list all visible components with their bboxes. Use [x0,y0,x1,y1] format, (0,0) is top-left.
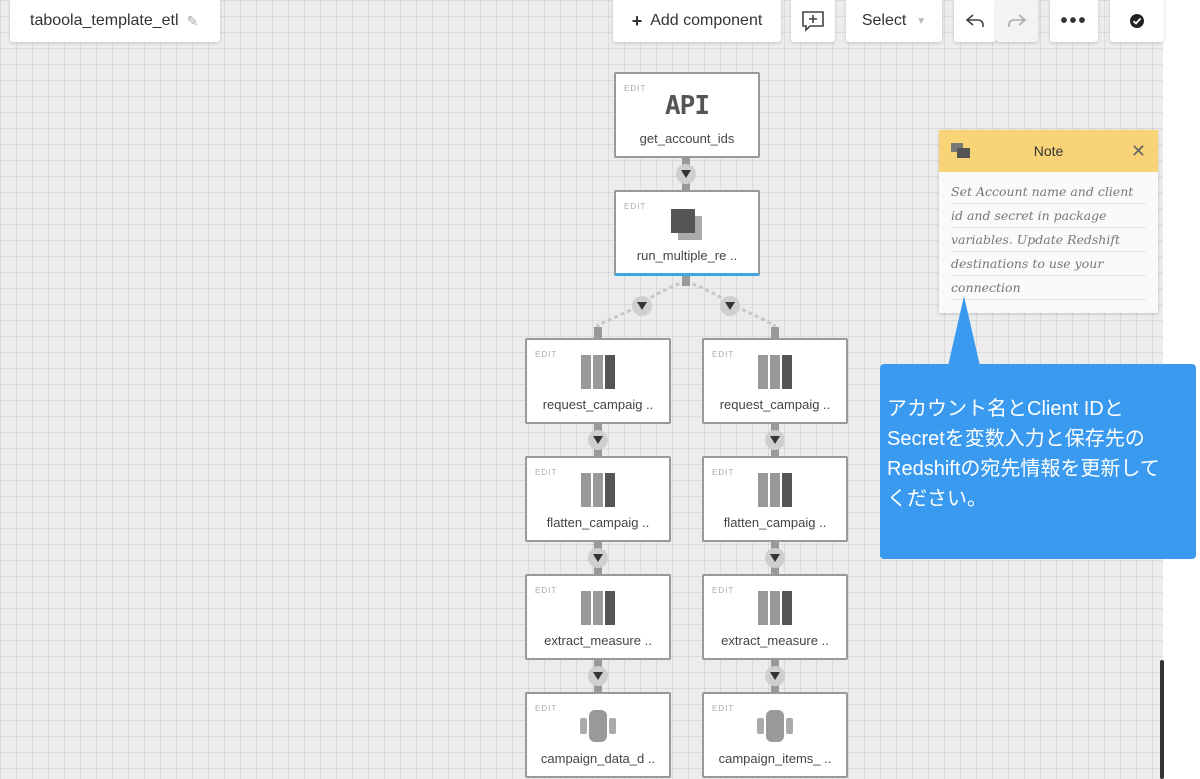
transform-icon [758,472,792,508]
node-flatten-campaign-left[interactable]: EDIT flatten_campaig .. [525,456,671,542]
node-request-campaign-right[interactable]: EDIT request_campaig .. [702,338,848,424]
note-line: destinations to use your [951,252,1146,276]
add-note-icon [802,11,824,32]
node-label: campaign_data_d .. [540,751,656,766]
transform-icon [758,354,792,390]
connector-arrow[interactable] [676,164,696,184]
connector-arrow[interactable] [588,666,608,686]
edit-link[interactable]: EDIT [712,586,734,595]
edit-link[interactable]: EDIT [535,350,557,359]
node-label: extract_measure .. [721,633,829,648]
node-get-account-ids[interactable]: EDIT API get_account_ids [614,72,760,158]
pencil-icon[interactable]: ✎ [187,13,199,30]
close-icon[interactable]: ✕ [1131,141,1146,162]
note-body[interactable]: Set Account name and client id and secre… [939,172,1158,300]
transform-icon [581,472,615,508]
node-extract-measure-left[interactable]: EDIT extract_measure .. [525,574,671,660]
more-options-button[interactable]: ••• [1050,0,1098,42]
node-label: get_account_ids [639,131,735,146]
edit-link[interactable]: EDIT [712,704,734,713]
edit-link[interactable]: EDIT [712,468,734,477]
more-icon: ••• [1060,9,1088,32]
node-request-campaign-left[interactable]: EDIT request_campaig .. [525,338,671,424]
node-label: extract_measure .. [544,633,652,648]
connector-arrow[interactable] [588,548,608,568]
run-multiple-icon [668,206,706,242]
caret-down-icon: ▼ [916,15,927,27]
edit-link[interactable]: EDIT [712,350,734,359]
callout-pointer [948,296,980,366]
callout-line: アカウント名とClient IDと [887,398,1124,420]
connector-arrow[interactable] [765,666,785,686]
note-title: Note [1033,143,1064,159]
api-icon: API [665,91,710,121]
node-extract-measure-right[interactable]: EDIT extract_measure .. [702,574,848,660]
node-label: request_campaig .. [719,397,831,412]
add-component-button[interactable]: + Add component [613,0,781,42]
node-label: campaign_items_ .. [718,751,832,766]
note-line: Set Account name and client [951,180,1146,204]
vertical-scrollbar[interactable] [1160,660,1164,779]
note-header[interactable]: Note ✕ [939,130,1158,172]
edit-link[interactable]: EDIT [535,704,557,713]
check-circle-icon [1130,14,1144,28]
connector-arrow[interactable] [588,430,608,450]
note-line: connection [951,276,1146,300]
destination-icon [580,708,616,744]
node-label: run_multiple_re .. [636,248,738,263]
note-line: id and secret in package [951,204,1146,228]
edit-link[interactable]: EDIT [535,586,557,595]
node-run-multiple[interactable]: EDIT run_multiple_re .. [614,190,760,276]
node-campaign-items-destination[interactable]: EDIT campaign_items_ .. [702,692,848,778]
redo-icon [1008,14,1027,27]
destination-icon [757,708,793,744]
connector-arrow[interactable] [765,430,785,450]
connector [682,276,690,286]
callout-annotation: アカウント名とClient IDと Secretを変数入力と保存先の Redsh… [880,364,1196,559]
node-flatten-campaign-right[interactable]: EDIT flatten_campaig .. [702,456,848,542]
transform-icon [581,354,615,390]
node-label: flatten_campaig .. [546,515,650,530]
job-name: taboola_template_etl [30,12,179,29]
callout-line: Redshiftの宛先情報を更新して [887,458,1160,480]
validate-button[interactable] [1110,0,1164,42]
add-note-button[interactable] [791,0,835,42]
connector-arrow[interactable] [720,296,740,316]
note-line: variables. Update Redshift [951,228,1146,252]
undo-button[interactable] [954,0,996,42]
select-label: Select [861,12,907,29]
node-label: request_campaig .. [542,397,654,412]
node-label: flatten_campaig .. [723,515,827,530]
sticky-note[interactable]: Note ✕ Set Account name and client id an… [939,130,1158,313]
job-name-box[interactable]: taboola_template_etl ✎ [10,0,220,42]
transform-icon [581,590,615,626]
callout-line: ください。 [887,488,987,510]
edit-link[interactable]: EDIT [535,468,557,477]
undo-icon [965,14,984,27]
edit-link[interactable]: EDIT [624,202,646,211]
connector-arrow[interactable] [765,548,785,568]
callout-line: Secretを変数入力と保存先の [887,428,1145,450]
connector-arrow[interactable] [632,296,652,316]
transform-icon [758,590,792,626]
add-component-label: Add component [650,12,763,29]
redo-button[interactable] [996,0,1038,42]
edit-link[interactable]: EDIT [624,84,646,93]
plus-icon: + [631,10,643,31]
select-dropdown[interactable]: Select ▼ [846,0,942,42]
node-campaign-data-destination[interactable]: EDIT campaign_data_d .. [525,692,671,778]
